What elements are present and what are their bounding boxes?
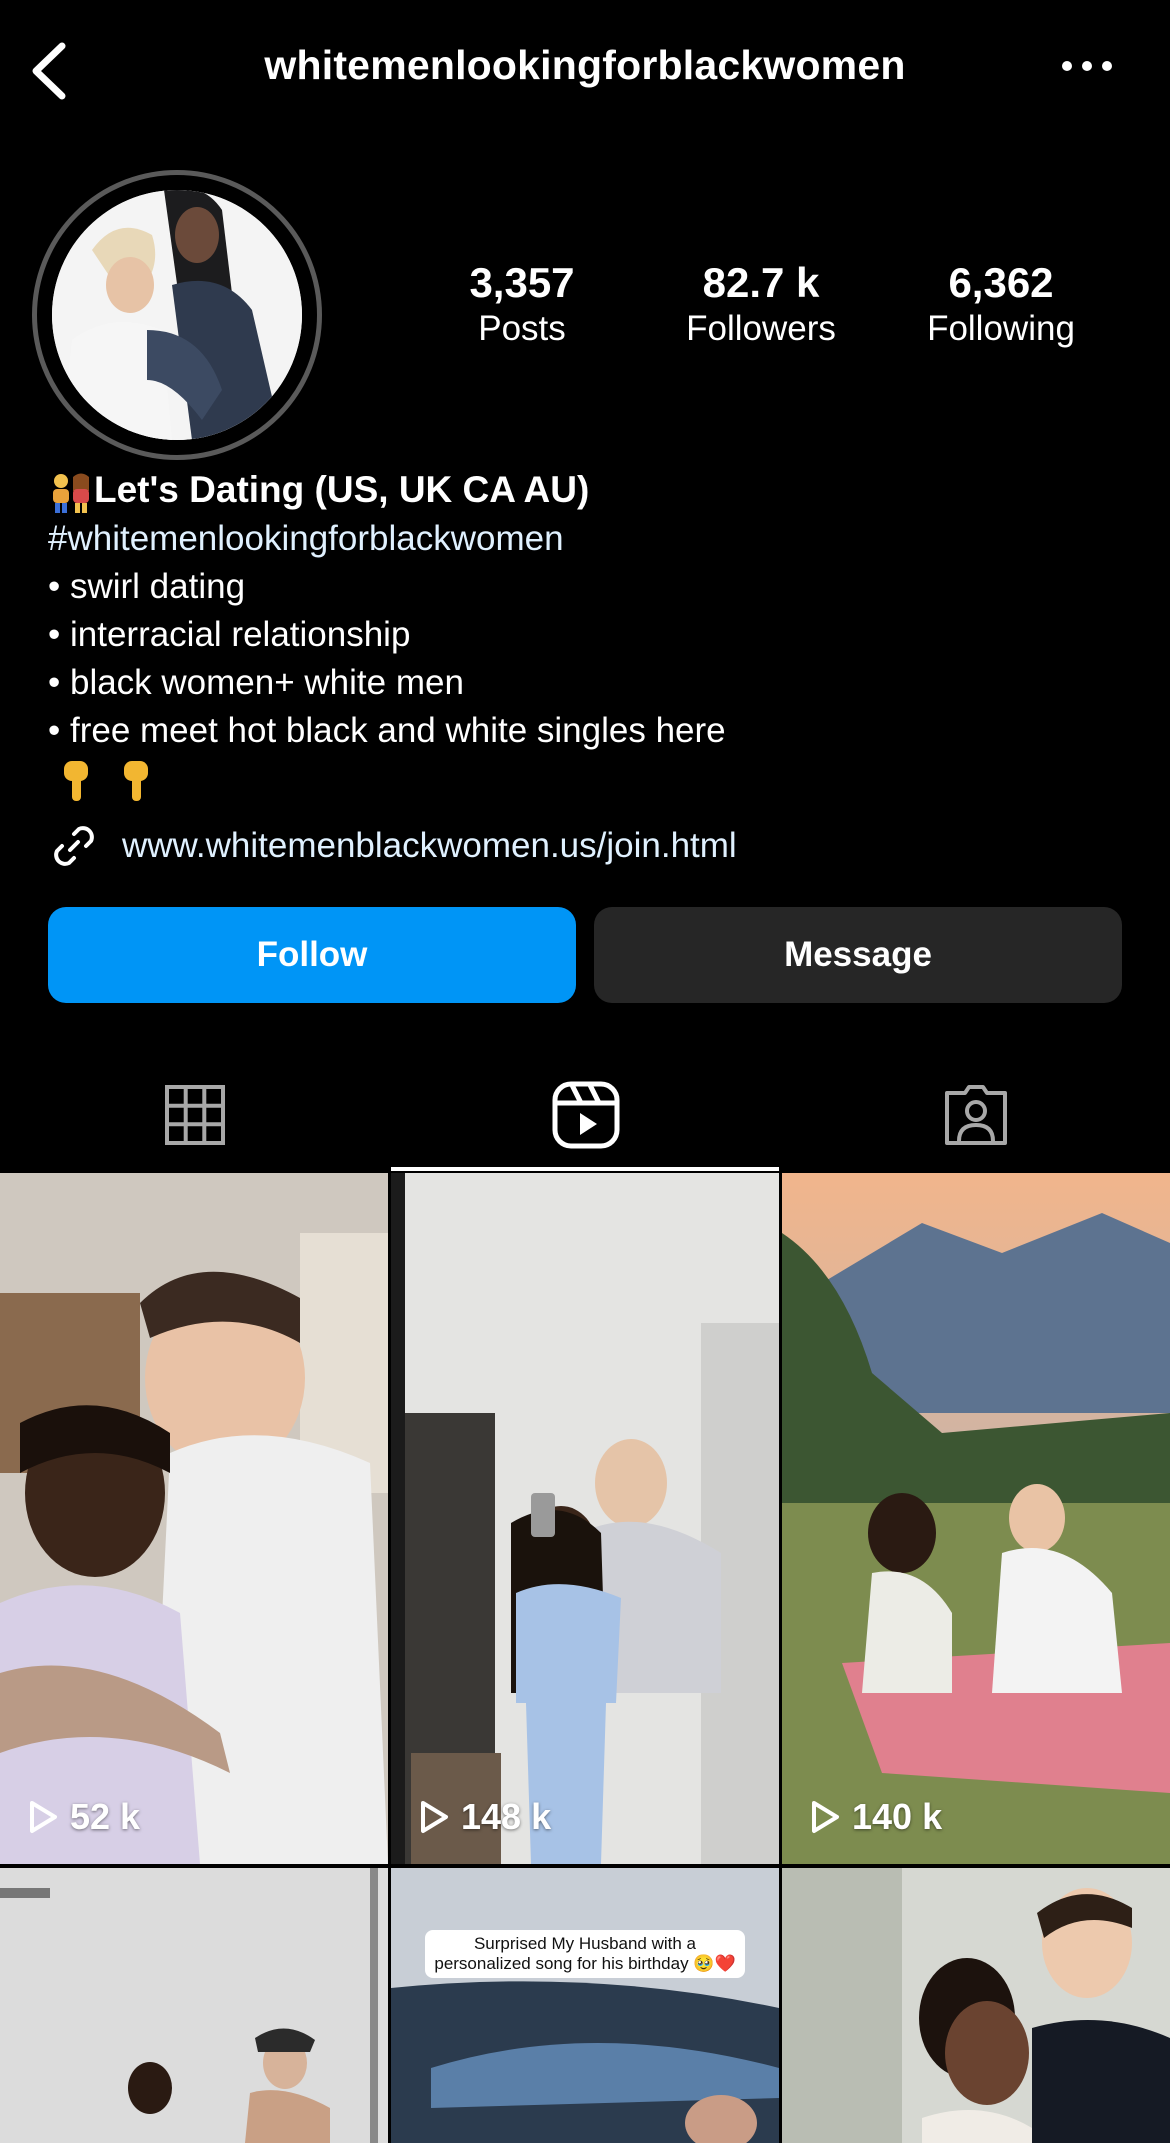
play-icon bbox=[812, 1801, 839, 1833]
bio-link[interactable]: www.whitemenblackwomen.us/join.html bbox=[48, 818, 737, 874]
reel-photo bbox=[391, 1868, 779, 2143]
reel-thumbnail[interactable]: 140 k bbox=[782, 1173, 1170, 1864]
reel-photo bbox=[782, 1173, 1170, 1864]
play-icon bbox=[30, 1801, 57, 1833]
more-options-icon[interactable] bbox=[1060, 58, 1114, 74]
bio-line: • free meet hot black and white singles … bbox=[48, 711, 726, 750]
tab-tagged[interactable] bbox=[781, 1060, 1170, 1170]
couple-emoji-icon bbox=[53, 473, 89, 513]
pointing-down-emoji-icon bbox=[123, 760, 148, 801]
reel-caption-overlay: Surprised My Husband with a personalized… bbox=[425, 1930, 745, 1978]
bio-line: • black women+ white men bbox=[48, 663, 464, 702]
follow-button[interactable]: Follow bbox=[48, 907, 576, 1003]
tab-reels[interactable] bbox=[391, 1060, 781, 1170]
profile-bio: Let's Dating (US, UK CA AU) #whitemenloo… bbox=[48, 466, 1128, 803]
pointing-down-emoji-icon bbox=[64, 760, 88, 801]
reels-icon bbox=[552, 1081, 620, 1149]
followers-label: Followers bbox=[686, 309, 836, 348]
reel-thumbnail[interactable]: 52 k bbox=[0, 1173, 388, 1864]
following-stat[interactable]: 6,362 Following bbox=[891, 258, 1111, 350]
profile-username: whitemenlookingforblackwomen bbox=[264, 42, 906, 88]
reel-photo bbox=[782, 1868, 1170, 2143]
message-button[interactable]: Message bbox=[594, 907, 1122, 1003]
posts-count: 3,357 bbox=[469, 259, 575, 306]
following-count: 6,362 bbox=[948, 259, 1054, 306]
profile-avatar[interactable] bbox=[52, 190, 302, 440]
grid-icon bbox=[165, 1085, 225, 1145]
reel-photo bbox=[0, 1173, 388, 1864]
bio-name: Let's Dating (US, UK CA AU) bbox=[94, 469, 590, 510]
reel-view-count: 52 k bbox=[28, 1796, 140, 1838]
avatar-photo bbox=[52, 190, 302, 440]
bio-line: • swirl dating bbox=[48, 567, 246, 606]
play-icon bbox=[421, 1801, 448, 1833]
pointing-down-emojis bbox=[48, 755, 1128, 803]
reel-thumbnail[interactable]: 148 k bbox=[391, 1173, 779, 1864]
tab-posts-grid[interactable] bbox=[0, 1060, 390, 1170]
reel-photo bbox=[0, 1868, 388, 2143]
reel-thumbnail[interactable] bbox=[782, 1868, 1170, 2143]
bio-line: • interracial relationship bbox=[48, 615, 411, 654]
reel-thumbnail[interactable]: Surprised My Husband with a personalized… bbox=[391, 1868, 779, 2143]
link-icon bbox=[54, 826, 94, 866]
followers-stat[interactable]: 82.7 k Followers bbox=[651, 258, 871, 350]
following-label: Following bbox=[927, 309, 1075, 348]
tagged-person-icon bbox=[945, 1085, 1007, 1145]
active-tab-indicator bbox=[391, 1167, 779, 1171]
reel-photo bbox=[391, 1173, 779, 1864]
reel-view-count: 148 k bbox=[419, 1796, 551, 1838]
followers-count: 82.7 k bbox=[702, 259, 820, 306]
reel-thumbnail[interactable] bbox=[0, 1868, 388, 2143]
bio-link-url[interactable]: www.whitemenblackwomen.us/join.html bbox=[122, 826, 737, 866]
posts-label: Posts bbox=[478, 309, 566, 348]
bio-hashtag-link[interactable]: #whitemenlookingforblackwomen bbox=[48, 515, 1128, 563]
reel-view-count: 140 k bbox=[810, 1796, 942, 1838]
posts-stat[interactable]: 3,357 Posts bbox=[412, 258, 632, 350]
